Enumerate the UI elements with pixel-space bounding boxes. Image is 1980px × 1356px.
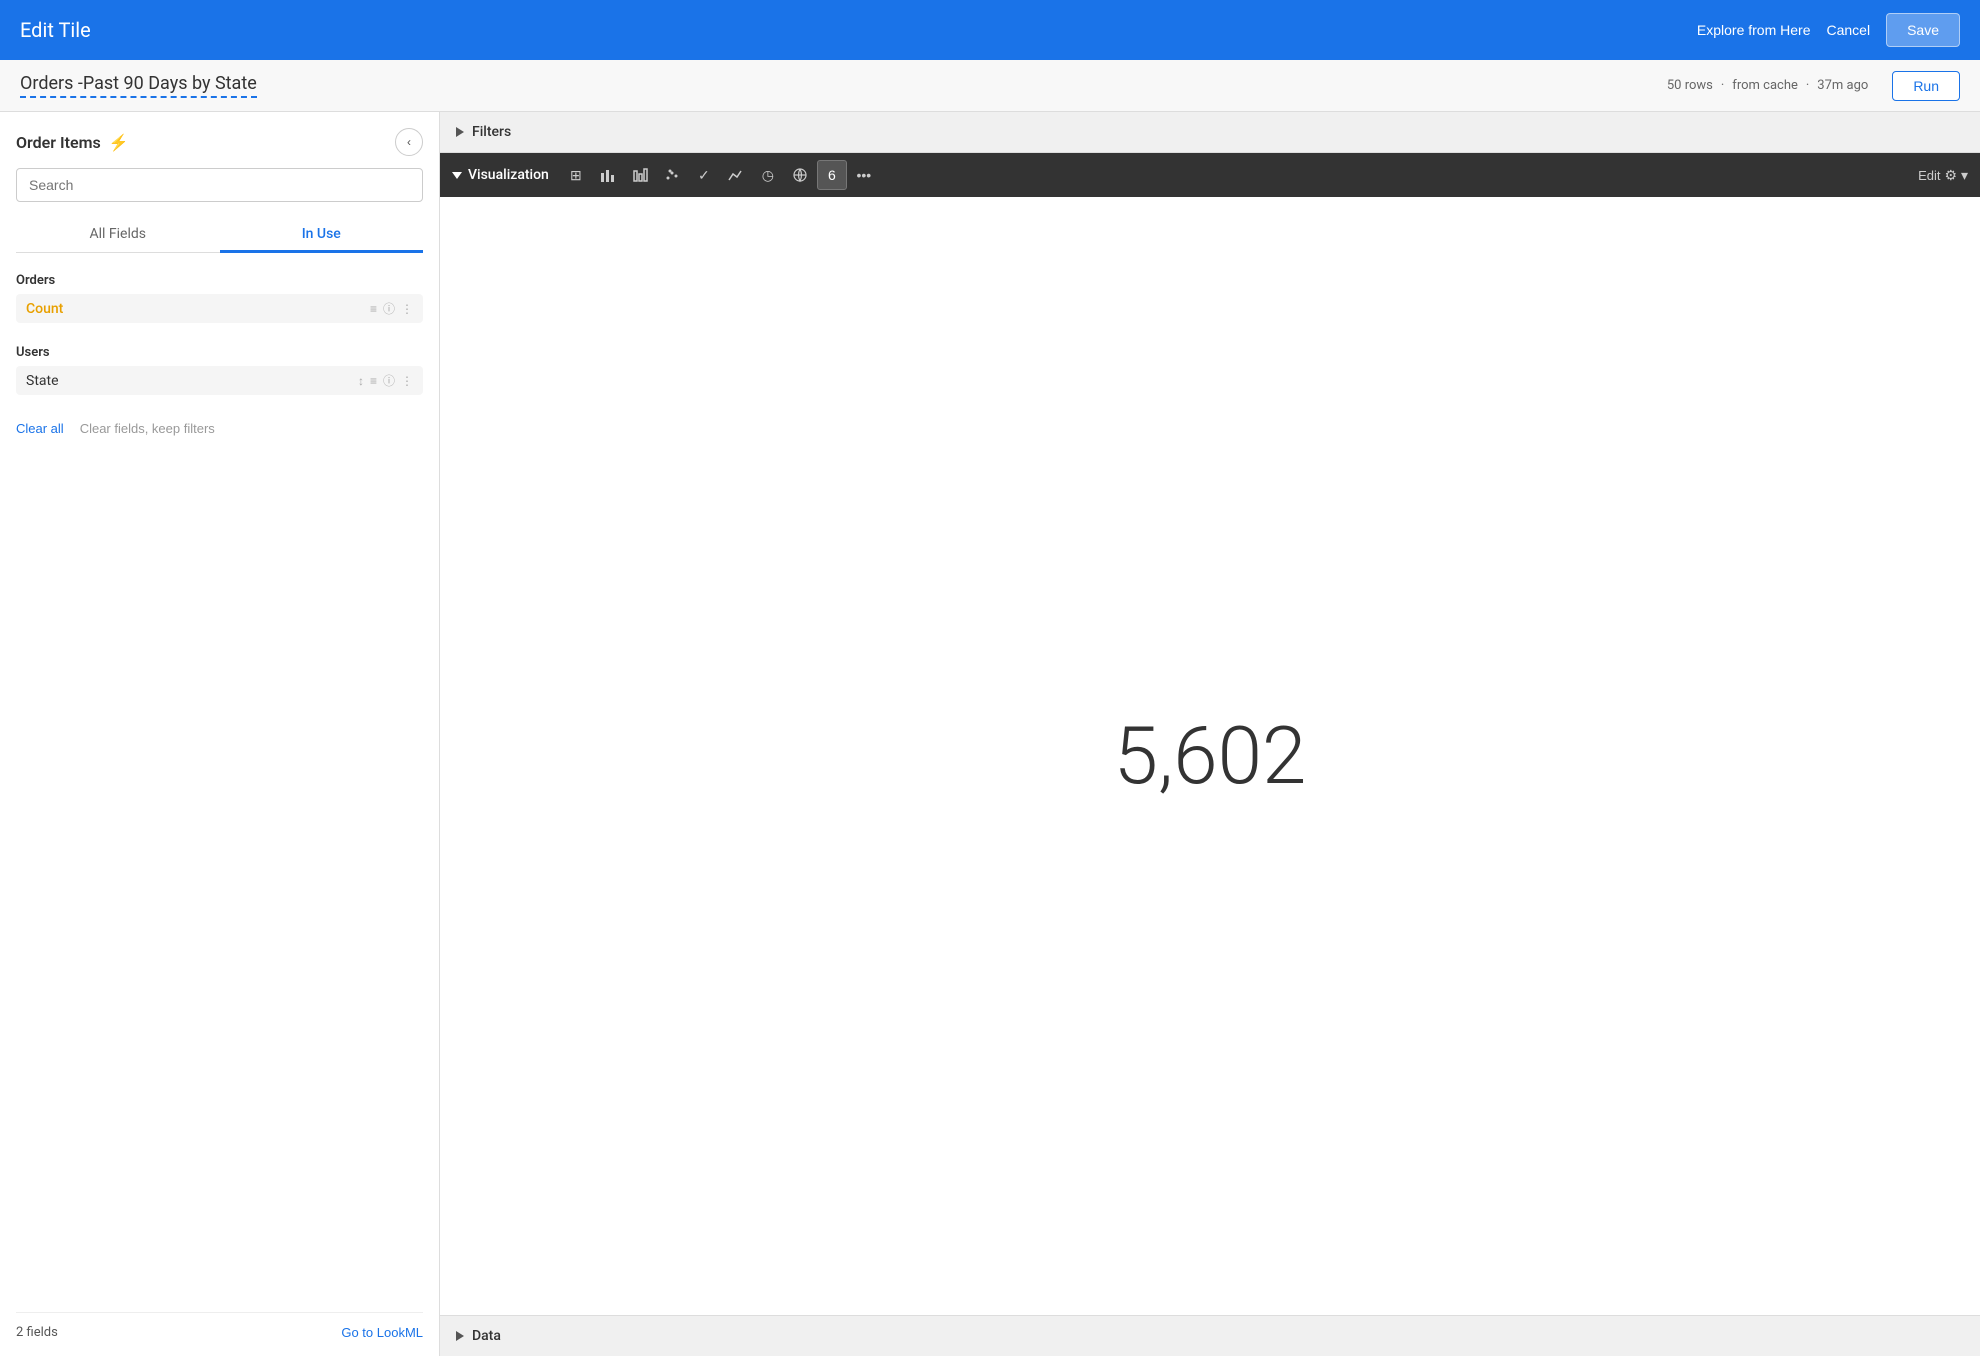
field-tabs: All Fields In Use (16, 218, 423, 253)
viz-column-icon[interactable] (625, 160, 655, 190)
state-field-item[interactable]: State ↕ ≡ ⓘ ⋮ (16, 366, 423, 395)
viz-map-icon[interactable] (785, 160, 815, 190)
orders-group-title: Orders (16, 273, 423, 288)
info-icon-state[interactable]: ⓘ (383, 372, 395, 389)
run-button[interactable]: Run (1892, 71, 1960, 101)
viz-main-display: 5,602 (440, 197, 1980, 1315)
users-field-group: Users State ↕ ≡ ⓘ ⋮ (16, 341, 423, 401)
users-group-title: Users (16, 345, 423, 360)
viz-single-value-icon[interactable]: 6 (817, 160, 847, 190)
sidebar-model-title: Order Items ⚡ (16, 133, 129, 152)
viz-label-text: Visualization (468, 167, 549, 183)
orders-field-group: Orders Count ≡ ⓘ ⋮ (16, 269, 423, 329)
clear-all-button[interactable]: Clear all (16, 421, 64, 436)
viz-table-icon[interactable]: ⊞ (561, 160, 591, 190)
content-area: Filters Visualization ⊞ (440, 112, 1980, 1356)
viz-scatter-icon[interactable] (657, 160, 687, 190)
clear-fields-keep-filters-button[interactable]: Clear fields, keep filters (80, 421, 215, 436)
header-actions: Explore from Here Cancel Save (1697, 13, 1960, 47)
save-button[interactable]: Save (1886, 13, 1960, 47)
viz-settings-button[interactable]: ⚙ ▾ (1945, 167, 1968, 184)
data-label: Data (472, 1328, 501, 1344)
more-icon-state[interactable]: ⋮ (401, 374, 413, 388)
collapse-sidebar-button[interactable]: ‹ (395, 128, 423, 156)
query-title: Orders -Past 90 Days by State (20, 73, 257, 98)
query-meta: 50 rows · from cache · 37m ago Run (1667, 71, 1960, 101)
main-layout: Order Items ⚡ ‹ All Fields In Use Orders… (0, 112, 1980, 1356)
tab-in-use[interactable]: In Use (220, 218, 424, 253)
chevron-left-icon: ‹ (407, 135, 411, 149)
sidebar-header: Order Items ⚡ ‹ (16, 128, 423, 156)
data-expand-icon (456, 1331, 464, 1341)
header: Edit Tile Explore from Here Cancel Save (0, 0, 1980, 60)
filter-icon[interactable]: ≡ (370, 302, 377, 316)
viz-timeline-icon[interactable]: ◷ (753, 160, 783, 190)
filter-icon-state[interactable]: ≡ (370, 374, 377, 388)
count-field-icons: ≡ ⓘ ⋮ (370, 300, 413, 317)
cache-age: 37m ago (1817, 78, 1868, 93)
data-bar[interactable]: Data (440, 1315, 1980, 1356)
separator-1: · (1721, 78, 1724, 93)
cancel-button[interactable]: Cancel (1826, 22, 1870, 38)
go-to-lookml-button[interactable]: Go to LookML (341, 1325, 423, 1340)
sidebar-footer: 2 fields Go to LookML (16, 1312, 423, 1340)
fields-count: 2 fields (16, 1325, 58, 1340)
explore-from-here-button[interactable]: Explore from Here (1697, 22, 1811, 38)
sidebar: Order Items ⚡ ‹ All Fields In Use Orders… (0, 112, 440, 1356)
cache-status: from cache (1732, 78, 1798, 93)
sort-icon[interactable]: ↕ (358, 374, 364, 388)
lightning-icon: ⚡ (109, 133, 129, 152)
tab-all-fields[interactable]: All Fields (16, 218, 220, 253)
viz-more-button[interactable]: ••• (849, 160, 879, 190)
more-icon[interactable]: ⋮ (401, 302, 413, 316)
clear-actions: Clear all Clear fields, keep filters (16, 421, 423, 436)
search-input[interactable] (16, 168, 423, 202)
count-field-name: Count (26, 301, 370, 317)
viz-bar-label: Visualization (452, 167, 549, 183)
model-title-text: Order Items (16, 133, 101, 152)
visualization-bar: Visualization ⊞ ✓ (440, 153, 1980, 197)
filters-expand-icon (456, 127, 464, 137)
separator-2: · (1806, 78, 1809, 93)
viz-type-icons: ⊞ ✓ ◷ (561, 160, 1910, 190)
row-count: 50 rows (1667, 78, 1713, 93)
viz-bar-chart-icon[interactable] (593, 160, 623, 190)
state-field-name: State (26, 373, 358, 389)
info-icon[interactable]: ⓘ (383, 300, 395, 317)
big-number-display: 5,602 (1114, 709, 1307, 803)
viz-collapse-icon[interactable] (452, 172, 462, 179)
count-field-item[interactable]: Count ≡ ⓘ ⋮ (16, 294, 423, 323)
viz-area-icon[interactable] (721, 160, 751, 190)
query-bar: Orders -Past 90 Days by State 50 rows · … (0, 60, 1980, 112)
viz-funnel-icon[interactable]: ✓ (689, 160, 719, 190)
viz-edit-button[interactable]: Edit (1918, 168, 1940, 183)
page-title: Edit Tile (20, 18, 91, 42)
state-field-icons: ↕ ≡ ⓘ ⋮ (358, 372, 413, 389)
filters-label: Filters (472, 124, 511, 140)
filters-bar[interactable]: Filters (440, 112, 1980, 153)
